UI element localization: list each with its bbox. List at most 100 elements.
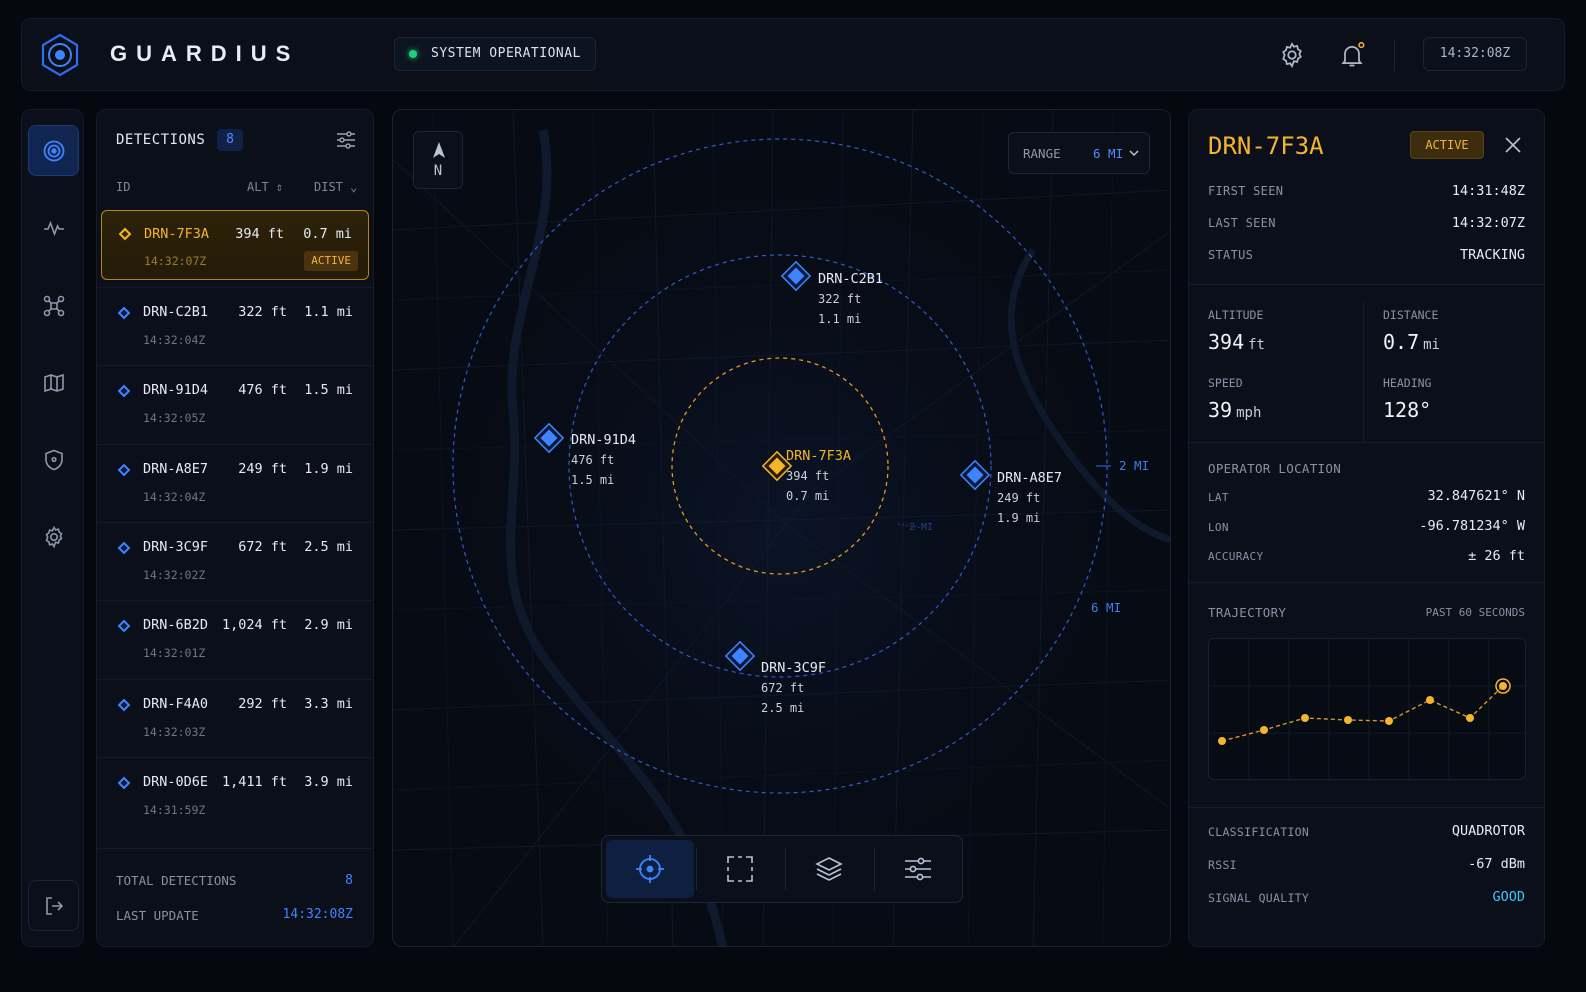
nav-security[interactable] <box>28 434 79 485</box>
lat-label: LAT <box>1208 491 1229 504</box>
nav-activity[interactable] <box>28 202 79 253</box>
detection-row[interactable]: DRN-6B2D 1,024 ft 2.9 mi 14:32:01Z <box>97 600 373 678</box>
row-id: DRN-6B2D <box>143 617 209 633</box>
header-divider <box>1394 39 1395 71</box>
sliders-icon <box>905 857 931 881</box>
row-distance: 2.9 mi <box>304 617 353 633</box>
logout-button[interactable] <box>28 880 79 931</box>
row-id: DRN-F4A0 <box>143 696 209 712</box>
radar-map[interactable]: N RANGE 6 MI 2 MI 2 MI 6 MI DRN-7F3A 394… <box>392 109 1171 947</box>
distance-value: 0.7 mi <box>1383 330 1440 354</box>
tool-select-area[interactable] <box>696 840 784 898</box>
compass-north-label: N <box>433 163 443 179</box>
detail-status-badge: ACTIVE <box>1410 131 1484 159</box>
system-status-badge: SYSTEM OPERATIONAL <box>394 37 596 71</box>
tool-layers[interactable] <box>785 840 873 898</box>
detection-row[interactable]: DRN-A8E7 249 ft 1.9 mi 14:32:04Z <box>97 444 373 522</box>
row-timestamp: 14:32:04Z <box>143 490 206 504</box>
rssi-label: RSSI <box>1208 858 1237 872</box>
ring-label-inner: 2 MI <box>909 522 934 533</box>
tool-settings[interactable] <box>874 840 962 898</box>
section-divider <box>1189 442 1544 443</box>
nav-settings[interactable] <box>28 511 79 562</box>
row-distance: 0.7 mi <box>303 226 352 242</box>
column-header-alt[interactable]: ALT ⇕ <box>247 180 283 194</box>
detection-row[interactable]: DRN-C2B1 322 ft 1.1 mi 14:32:04Z <box>97 287 373 365</box>
detection-row[interactable]: DRN-91D4 476 ft 1.5 mi 14:32:05Z <box>97 365 373 443</box>
row-altitude: 1,024 ft <box>221 617 287 633</box>
lon-label: LON <box>1208 521 1229 534</box>
row-distance: 2.5 mi <box>304 539 353 555</box>
range-select[interactable]: RANGE 6 MI <box>1008 132 1150 174</box>
row-timestamp: 14:32:02Z <box>143 568 206 582</box>
range-label: RANGE <box>1023 146 1061 161</box>
trajectory-plot <box>1209 639 1527 781</box>
last-update-value: 14:32:08Z <box>282 907 353 922</box>
close-icon[interactable] <box>1502 134 1524 156</box>
nav-drones[interactable] <box>28 280 79 331</box>
drone-diamond-icon <box>117 463 131 477</box>
section-divider <box>1189 284 1544 285</box>
row-altitude: 1,411 ft <box>221 774 287 790</box>
detections-panel: DETECTIONS 8 ID ALT ⇕ DIST ⌄ DRN-7F3A 39… <box>96 109 374 947</box>
settings-gear-icon[interactable] <box>1278 41 1306 69</box>
column-header-id[interactable]: ID <box>116 180 130 194</box>
detection-row[interactable]: DRN-3C9F 672 ft 2.5 mi 14:32:02Z <box>97 522 373 600</box>
sort-desc-icon: ⌄ <box>342 180 358 194</box>
row-altitude: 249 ft <box>238 461 287 477</box>
detections-footer: TOTAL DETECTIONS 8 LAST UPDATE 14:32:08Z <box>97 848 373 946</box>
trajectory-chart <box>1208 638 1527 781</box>
drone-diamond-icon <box>117 541 131 555</box>
detection-row[interactable]: DRN-0D6E 1,411 ft 3.9 mi 14:31:59Z <box>97 757 373 835</box>
status-label: STATUS <box>1208 248 1254 262</box>
row-status-badge: ACTIVE <box>304 251 358 271</box>
operator-location-label: OPERATOR LOCATION <box>1208 461 1342 476</box>
ring-label-outer: 2 MI <box>1119 458 1150 473</box>
header-clock: 14:32:08Z <box>1423 37 1527 71</box>
heading-value: 128° <box>1383 398 1432 422</box>
tool-target[interactable] <box>606 840 694 898</box>
north-arrow-icon <box>433 142 445 158</box>
row-timestamp: 14:32:07Z <box>144 254 207 268</box>
classification-label: CLASSIFICATION <box>1208 825 1310 839</box>
column-header-dist[interactable]: DIST ⌄ <box>314 180 357 194</box>
accuracy-value: ± 26 ft <box>1468 548 1525 564</box>
classification-value: QUADROTOR <box>1451 823 1525 839</box>
trajectory-label: TRAJECTORY <box>1208 605 1287 620</box>
detections-title: DETECTIONS <box>116 132 206 148</box>
compass[interactable]: N <box>413 131 463 189</box>
section-divider <box>1189 582 1544 583</box>
detection-row[interactable]: DRN-F4A0 292 ft 3.3 mi 14:32:03Z <box>97 679 373 757</box>
detection-row-selected[interactable]: DRN-7F3A 394 ft 0.7 mi 14:32:07Z ACTIVE <box>101 210 369 280</box>
heading-label: HEADING <box>1383 376 1432 390</box>
rssi-value: -67 dBm <box>1468 856 1525 872</box>
row-id: DRN-A8E7 <box>143 461 209 477</box>
row-timestamp: 14:31:59Z <box>143 803 206 817</box>
total-detections-label: TOTAL DETECTIONS <box>116 873 237 888</box>
metric-divider <box>1363 300 1364 442</box>
row-timestamp: 14:32:04Z <box>143 333 206 347</box>
nav-radar[interactable] <box>28 125 79 176</box>
row-id: DRN-91D4 <box>143 382 209 398</box>
row-distance: 1.9 mi <box>304 461 353 477</box>
signal-quality-value: GOOD <box>1492 889 1525 905</box>
settings-icon <box>44 525 63 548</box>
drone-diamond-icon <box>117 698 131 712</box>
last-seen-value: 14:32:07Z <box>1451 215 1525 231</box>
row-timestamp: 14:32:05Z <box>143 411 206 425</box>
row-id: DRN-0D6E <box>143 774 209 790</box>
filter-sliders-icon[interactable] <box>335 129 357 151</box>
speed-value: 39 mph <box>1208 398 1262 422</box>
row-distance: 3.3 mi <box>304 696 353 712</box>
row-altitude: 476 ft <box>238 382 287 398</box>
drone-diamond-icon <box>117 306 131 320</box>
detections-count-badge: 8 <box>217 129 243 151</box>
row-timestamp: 14:32:03Z <box>143 725 206 739</box>
drone-icon <box>43 295 64 316</box>
row-altitude: 292 ft <box>238 696 287 712</box>
nav-map[interactable] <box>28 357 79 408</box>
detail-title: DRN-7F3A <box>1208 132 1324 160</box>
system-status-text: SYSTEM OPERATIONAL <box>431 46 581 61</box>
notification-bell-icon[interactable] <box>1338 41 1366 69</box>
section-divider <box>1189 807 1544 808</box>
